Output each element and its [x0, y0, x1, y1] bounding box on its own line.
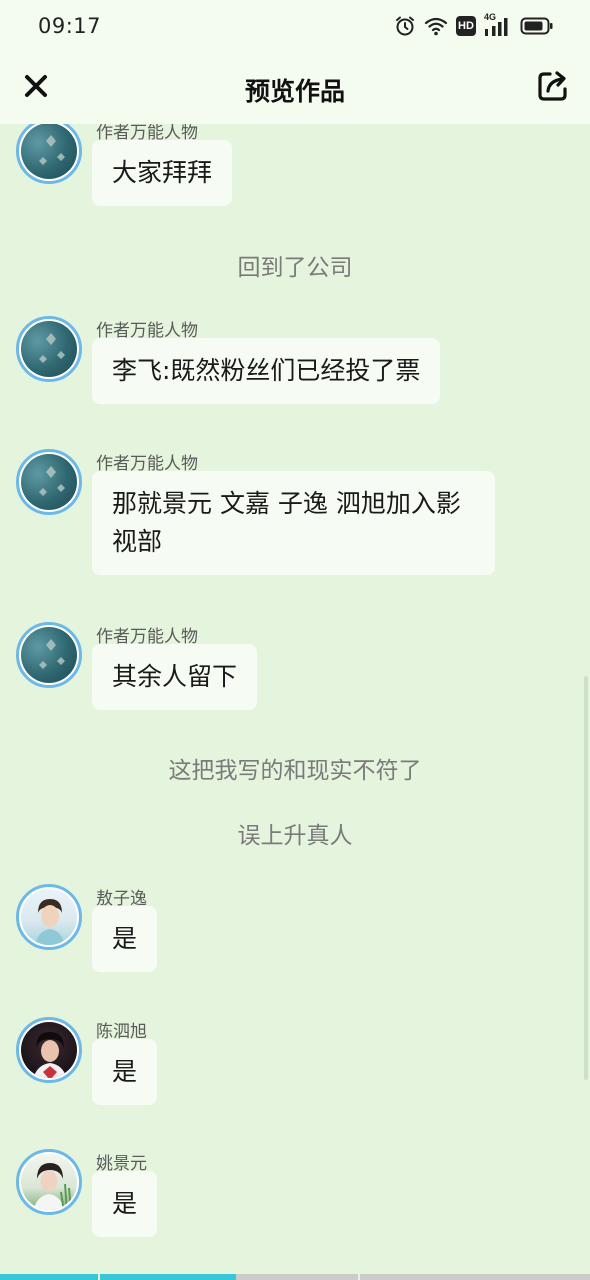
narration-text: 这把我写的和现实不符了 [168, 758, 422, 784]
message-bubble[interactable]: 李飞:既然粉丝们已经投了票 [92, 338, 441, 404]
status-time: 09:17 [38, 14, 102, 38]
hd-badge: HD [456, 16, 476, 36]
avatar[interactable] [16, 1149, 82, 1215]
status-icons: HD 4G [394, 12, 554, 38]
avatar[interactable] [16, 124, 82, 184]
reading-progress-bar [0, 1274, 590, 1280]
alarm-icon [394, 15, 416, 37]
avatar[interactable] [16, 316, 82, 382]
status-bar: 09:17 HD 4G [0, 0, 590, 52]
message-bubble[interactable]: 是 [92, 1039, 158, 1105]
message-bubble[interactable]: 大家拜拜 [92, 140, 233, 206]
avatar[interactable] [16, 1017, 82, 1083]
top-area: 09:17 HD 4G 预览作品 [0, 0, 590, 124]
chat-area[interactable]: 作者万能人物 大家拜拜 回到了公司 作者万能人物 李飞:既然粉丝们已经投了票 作… [0, 124, 590, 1274]
narration-text: 误上升真人 [237, 823, 353, 849]
message-bubble[interactable]: 是 [92, 1171, 158, 1237]
avatar[interactable] [16, 622, 82, 688]
progress-divider [358, 1274, 360, 1280]
message-bubble[interactable]: 其余人留下 [92, 644, 258, 710]
battery-icon [520, 16, 554, 36]
share-icon [536, 69, 570, 107]
signal-icon: 4G [484, 12, 512, 37]
title-bar: 预览作品 [0, 52, 590, 124]
progress-divider [98, 1274, 100, 1280]
scrollbar[interactable] [584, 676, 588, 1080]
avatar[interactable] [16, 884, 82, 950]
share-button[interactable] [534, 68, 572, 108]
message-bubble[interactable]: 是 [92, 906, 158, 972]
page-title: 预览作品 [244, 77, 345, 106]
reading-progress-fill [0, 1274, 236, 1280]
avatar[interactable] [16, 449, 82, 515]
wifi-icon [424, 16, 448, 36]
narration-text: 回到了公司 [237, 255, 353, 281]
message-bubble[interactable]: 那就景元 文嘉 子逸 泗旭加入影视部 [92, 471, 495, 575]
